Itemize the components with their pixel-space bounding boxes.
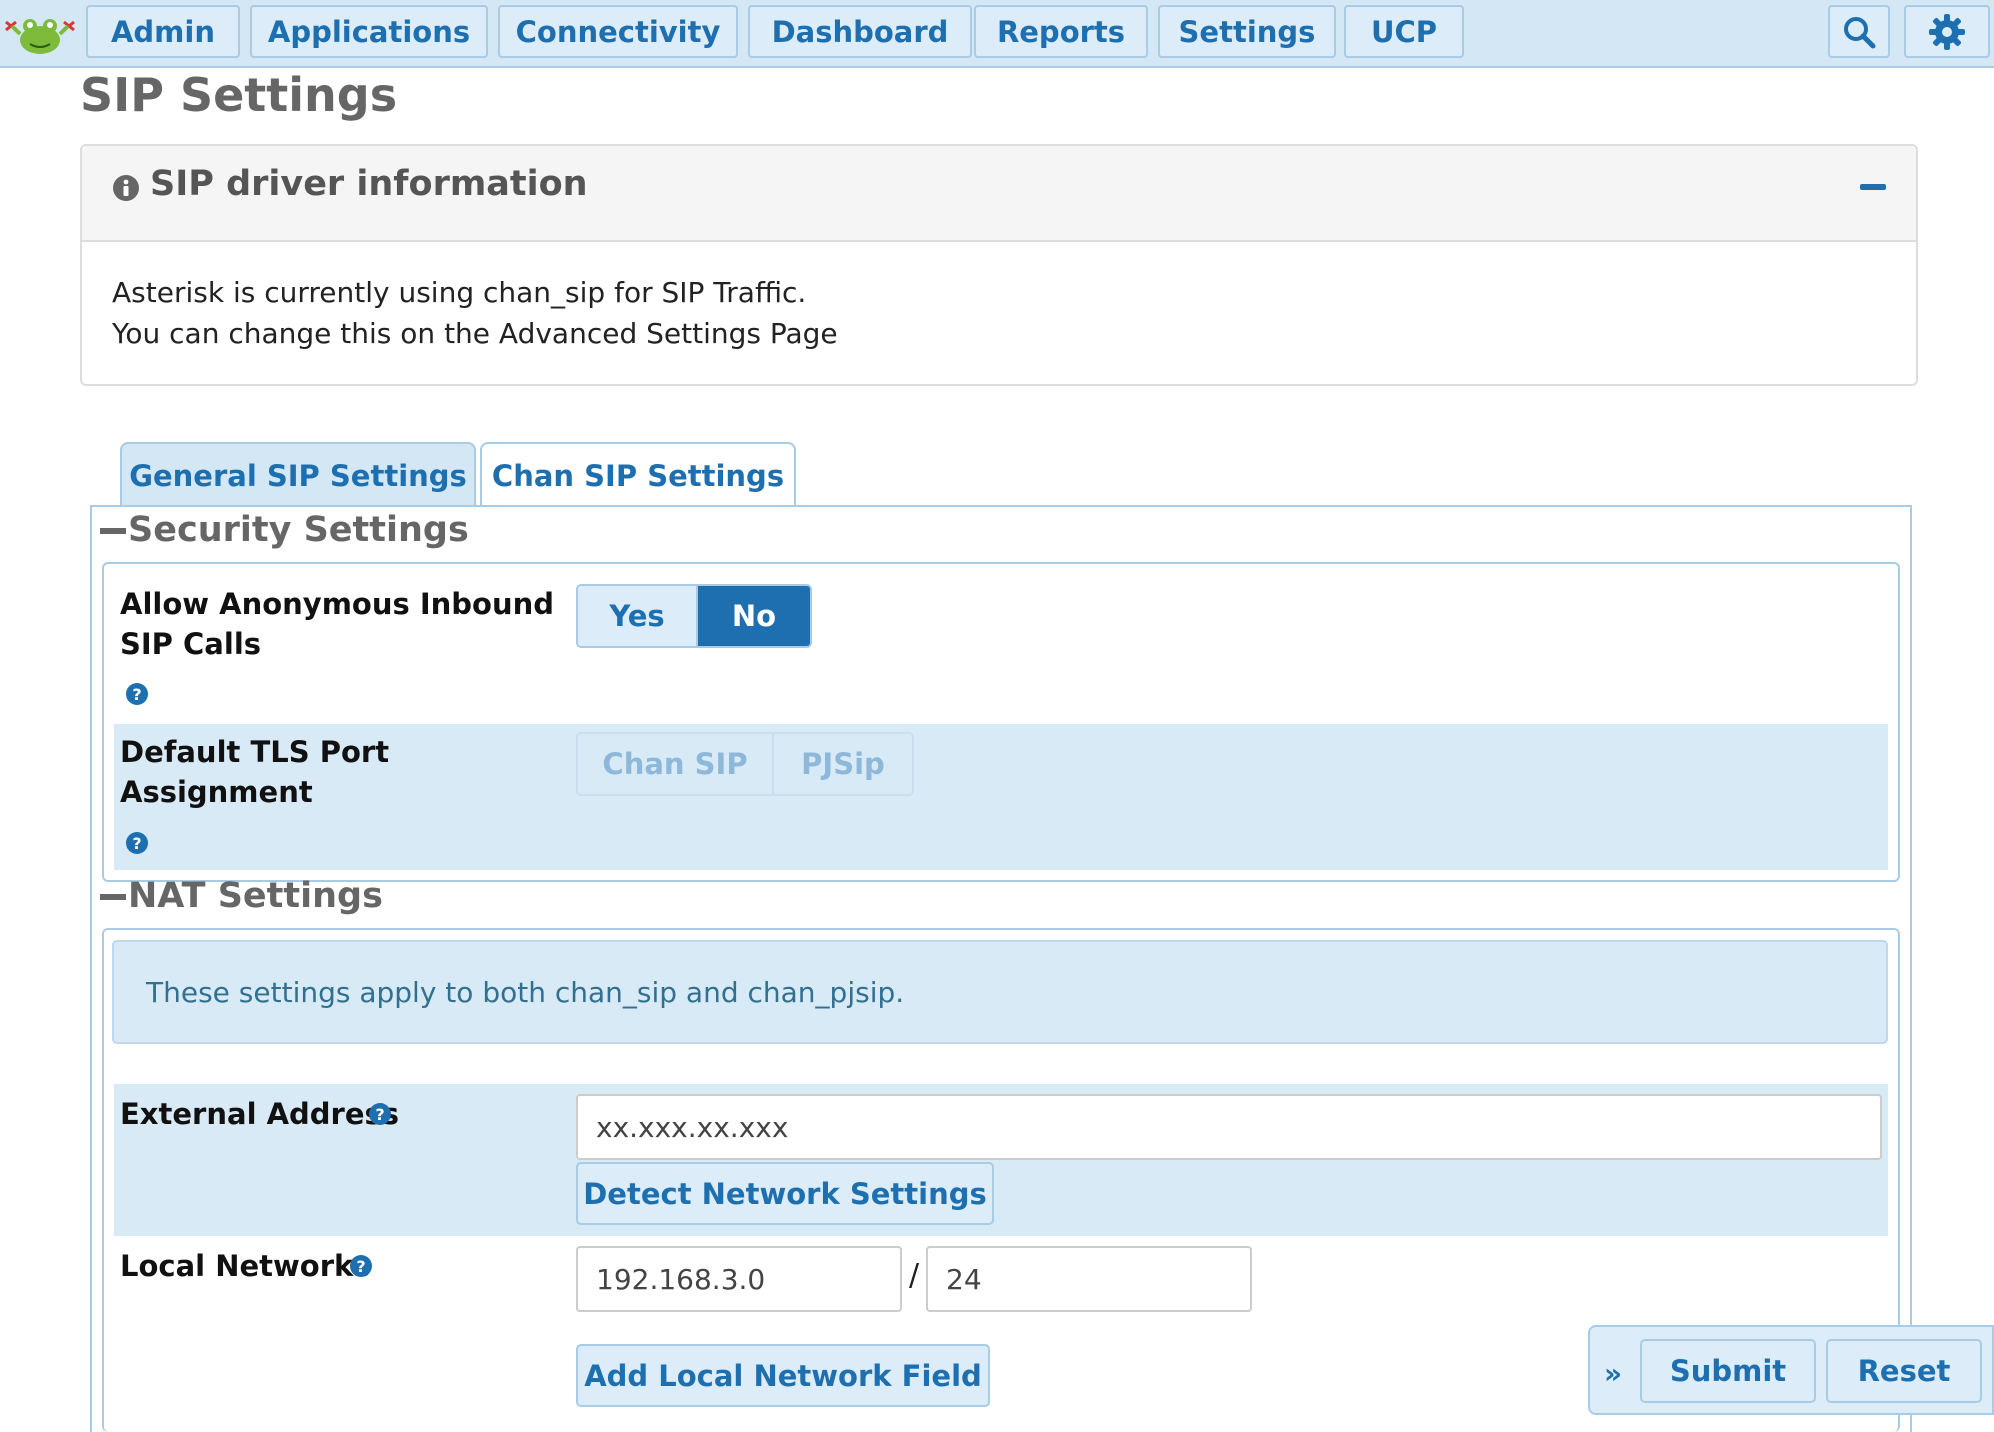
nav-applications[interactable]: Applications: [250, 5, 488, 58]
double-chevron-right-icon[interactable]: »: [1604, 1357, 1622, 1390]
section-title: NAT Settings: [128, 876, 383, 916]
local-networks-label: Local Networks: [120, 1246, 371, 1286]
default-tls-port-label: Default TLS Port Assignment: [120, 732, 389, 812]
nav-label: Dashboard: [771, 14, 949, 49]
external-address-label: External Address: [120, 1094, 399, 1134]
nav-label: Connectivity: [515, 14, 721, 49]
cidr-separator: /: [909, 1258, 920, 1293]
tls-pjsip-option[interactable]: PJSip: [772, 734, 912, 794]
top-nav: Admin Applications Connectivity Dashboar…: [0, 0, 1994, 68]
nav-label: UCP: [1370, 14, 1438, 49]
nav-dashboard[interactable]: Dashboard: [748, 5, 972, 58]
nav-admin[interactable]: Admin: [86, 5, 240, 58]
label-line: SIP Calls: [120, 627, 262, 661]
button-label: Add Local Network Field: [584, 1358, 982, 1393]
detect-network-settings-button[interactable]: Detect Network Settings: [576, 1162, 994, 1225]
search-icon: [1844, 16, 1876, 48]
sip-driver-info-panel: SIP driver information Asterisk is curre…: [80, 144, 1918, 386]
button-label: Detect Network Settings: [583, 1176, 987, 1211]
label-text: Local Networks: [120, 1249, 371, 1283]
panel-title: SIP driver information: [150, 164, 588, 204]
button-label: Reset: [1857, 1354, 1951, 1388]
help-icon[interactable]: ?: [369, 1103, 391, 1125]
submit-button[interactable]: Submit: [1640, 1339, 1816, 1403]
action-bar: » Submit Reset: [1588, 1325, 1994, 1415]
label-text: External Address: [120, 1097, 400, 1131]
tls-port-toggle: Chan SIP PJSip: [576, 732, 914, 796]
local-network-cidr-input[interactable]: 24: [926, 1246, 1252, 1312]
info-icon: [113, 175, 139, 201]
tls-chan-sip-option[interactable]: Chan SIP: [578, 734, 772, 794]
reset-button[interactable]: Reset: [1826, 1339, 1982, 1403]
page-title: SIP Settings: [80, 68, 398, 122]
collapse-icon[interactable]: [1860, 184, 1886, 190]
nav-label: Applications: [267, 14, 471, 49]
nat-settings-heading[interactable]: NAT Settings: [100, 876, 383, 916]
label-line: Assignment: [120, 775, 313, 809]
security-settings-heading[interactable]: Security Settings: [100, 510, 469, 550]
nat-info-alert: These settings apply to both chan_sip an…: [112, 940, 1888, 1044]
label-line: Allow Anonymous Inbound: [120, 587, 555, 621]
nav-label: Settings: [1178, 14, 1316, 49]
tab-general-sip-settings[interactable]: General SIP Settings: [120, 442, 476, 508]
allow-anonymous-toggle: Yes No: [576, 584, 812, 648]
anonymous-yes-option[interactable]: Yes: [578, 586, 696, 646]
tab-label: General SIP Settings: [129, 459, 467, 493]
nav-connectivity[interactable]: Connectivity: [498, 5, 738, 58]
tab-chan-sip-settings[interactable]: Chan SIP Settings: [480, 442, 796, 508]
tab-label: Chan SIP Settings: [491, 459, 785, 493]
freepbx-frog-logo[interactable]: [2, 4, 78, 62]
help-icon[interactable]: ?: [126, 832, 148, 854]
button-label: Submit: [1669, 1354, 1787, 1388]
nav-label: Admin: [110, 14, 215, 49]
help-icon[interactable]: ?: [350, 1255, 372, 1277]
add-local-network-field-button[interactable]: Add Local Network Field: [576, 1344, 990, 1407]
driver-info-line-1: Asterisk is currently using chan_sip for…: [112, 276, 807, 309]
driver-info-line-2: You can change this on the Advanced Sett…: [112, 317, 838, 350]
collapse-minus-icon: [100, 528, 126, 534]
nav-settings[interactable]: Settings: [1158, 5, 1336, 58]
help-icon[interactable]: ?: [126, 683, 148, 705]
panel-header[interactable]: SIP driver information: [82, 146, 1916, 242]
local-network-address-input[interactable]: 192.168.3.0: [576, 1246, 902, 1312]
external-address-input[interactable]: xx.xxx.xx.xxx: [576, 1094, 1882, 1160]
gear-icon: [1929, 13, 1965, 50]
settings-gear-button[interactable]: [1904, 5, 1990, 58]
nav-ucp[interactable]: UCP: [1344, 5, 1464, 58]
panel-body: Asterisk is currently using chan_sip for…: [82, 242, 1916, 384]
nav-reports[interactable]: Reports: [974, 5, 1148, 58]
anonymous-no-option[interactable]: No: [696, 586, 810, 646]
search-button[interactable]: [1828, 5, 1890, 58]
allow-anonymous-label: Allow Anonymous Inbound SIP Calls: [120, 584, 554, 664]
section-title: Security Settings: [128, 510, 469, 550]
collapse-minus-icon: [100, 894, 126, 900]
label-line: Default TLS Port: [120, 735, 390, 769]
nav-label: Reports: [996, 14, 1126, 49]
